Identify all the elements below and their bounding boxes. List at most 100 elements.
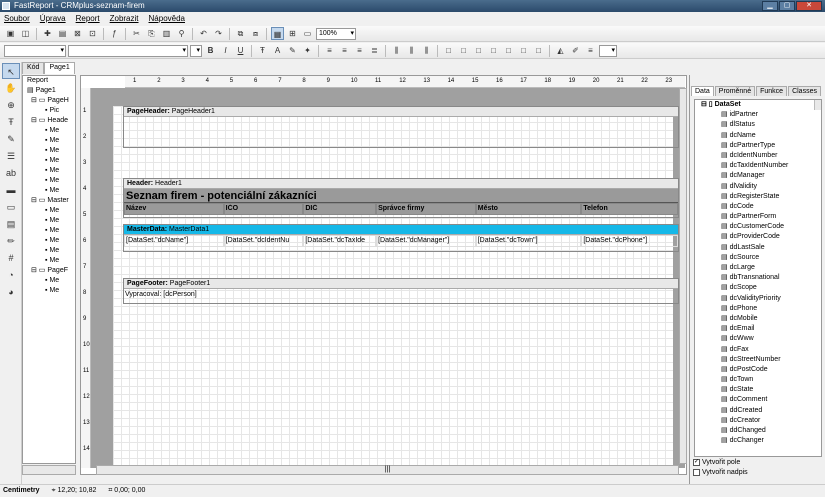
- tree-item[interactable]: ▪ Me: [23, 216, 75, 226]
- snap-icon[interactable]: ⊞: [286, 27, 299, 40]
- data-field[interactable]: [DataSet."dcManager"]: [376, 235, 476, 247]
- save-icon[interactable]: ▣: [4, 27, 17, 40]
- tree-item[interactable]: ▪ Me: [23, 276, 75, 286]
- grid-icon[interactable]: ▦: [271, 27, 284, 40]
- italic-icon[interactable]: I: [219, 44, 232, 57]
- tree-item[interactable]: ▪ Me: [23, 186, 75, 196]
- column-header[interactable]: IČO: [223, 203, 304, 215]
- column-header[interactable]: Město: [475, 203, 582, 215]
- font-settings-icon[interactable]: Ŧ: [256, 44, 269, 57]
- highlight-icon[interactable]: ✎: [286, 44, 299, 57]
- barcode-icon[interactable]: #: [2, 250, 20, 266]
- dataset-scrollbar[interactable]: [814, 100, 821, 111]
- tab-classes[interactable]: Classes: [788, 86, 821, 96]
- dataset-field[interactable]: ▤ dcProviderCode: [695, 232, 821, 242]
- dataset-field[interactable]: ▤ dcScope: [695, 283, 821, 293]
- workspace-horizontal-scrollbar[interactable]: |||: [96, 465, 679, 475]
- align-middle-icon[interactable]: ⫼: [405, 44, 418, 57]
- copy-icon[interactable]: ⎘: [145, 27, 158, 40]
- tab-page1[interactable]: Page1: [44, 62, 75, 74]
- bold-icon[interactable]: B: [204, 44, 217, 57]
- dataset-field[interactable]: ▤ dcManager: [695, 171, 821, 181]
- tree-root[interactable]: Report: [23, 76, 75, 86]
- format-copy-icon[interactable]: ✎: [2, 131, 20, 147]
- dataset-field[interactable]: ▤ dcCustomerCode: [695, 222, 821, 232]
- dataset-field[interactable]: ▤ ddCreated: [695, 406, 821, 416]
- dataset-field[interactable]: ▤ dlValidity: [695, 182, 821, 192]
- dataset-field[interactable]: ▤ dbTransnational: [695, 273, 821, 283]
- column-header[interactable]: Název: [124, 203, 224, 215]
- dataset-field[interactable]: ▤ dcFax: [695, 345, 821, 355]
- font-color-icon[interactable]: A: [271, 44, 284, 57]
- delete-page-icon[interactable]: ⊠: [71, 27, 84, 40]
- menu-uprava[interactable]: Úprava: [40, 12, 66, 26]
- open-icon[interactable]: ▤: [56, 27, 69, 40]
- shadow-icon[interactable]: □: [532, 44, 545, 57]
- tree-item[interactable]: ⊟ ▭ Heade: [23, 116, 75, 126]
- picture-object-icon[interactable]: ▬: [2, 182, 20, 198]
- report-heading[interactable]: Seznam firem - potenciální zákazníci: [124, 189, 678, 203]
- hand-tool-icon[interactable]: ✋: [2, 80, 20, 96]
- page-footer-band[interactable]: PageFooter: PageFooter1 Vypracoval: [dcP…: [123, 278, 679, 304]
- dataset-field[interactable]: ▤ dcLarge: [695, 263, 821, 273]
- paste-icon[interactable]: ▥: [160, 27, 173, 40]
- fit-icon[interactable]: ▭: [301, 27, 314, 40]
- tree-item[interactable]: ▪ Me: [23, 176, 75, 186]
- dataset-field[interactable]: ▤ idPartner: [695, 110, 821, 120]
- footer-text[interactable]: Vypracoval: [dcPerson]: [124, 289, 678, 301]
- data-field[interactable]: [DataSet."dcName"]: [124, 235, 224, 247]
- create-title-checkbox[interactable]: Vytvořit nadpis: [693, 469, 748, 476]
- tree-item[interactable]: ▪ Pic: [23, 106, 75, 116]
- header-band[interactable]: Header: Header1 Seznam firem - potenciál…: [123, 178, 679, 218]
- dataset-field[interactable]: ▤ dlStatus: [695, 120, 821, 130]
- column-header[interactable]: DIČ: [303, 203, 377, 215]
- tree-item[interactable]: ▪ Me: [23, 126, 75, 136]
- format-painter-icon[interactable]: ⚲: [175, 27, 188, 40]
- tree-item[interactable]: ▪ Me: [23, 166, 75, 176]
- dataset-field[interactable]: ▤ ddLastSale: [695, 243, 821, 253]
- font-name-select[interactable]: [68, 44, 188, 57]
- tree-item[interactable]: ▪ Me: [23, 226, 75, 236]
- dataset-field[interactable]: ▤ dcTown: [695, 375, 821, 385]
- dataset-field[interactable]: ▤ dcCode: [695, 202, 821, 212]
- tree-item[interactable]: ▪ Me: [23, 246, 75, 256]
- zoom-tool-icon[interactable]: ⊕: [2, 97, 20, 113]
- ungroup-icon[interactable]: ⧈: [249, 27, 262, 40]
- tree-item[interactable]: ▪ Me: [23, 286, 75, 296]
- tab-code[interactable]: Kód: [22, 62, 45, 74]
- tree-item[interactable]: ⊟ ▭ PageF: [23, 266, 75, 276]
- dataset-field[interactable]: ▤ dcRegisterState: [695, 192, 821, 202]
- dataset-field[interactable]: ▤ dcEmail: [695, 324, 821, 334]
- dataset-field[interactable]: ▤ dcMobile: [695, 314, 821, 324]
- dataset-field[interactable]: ▤ dcIdentNumber: [695, 151, 821, 161]
- function-icon[interactable]: ƒ: [108, 27, 121, 40]
- text-tool-icon[interactable]: Ŧ: [2, 114, 20, 130]
- data-field[interactable]: [DataSet."dcTaxIde: [303, 235, 377, 247]
- tree-item[interactable]: ▪ Me: [23, 146, 75, 156]
- frame-all-icon[interactable]: □: [502, 44, 515, 57]
- table-icon[interactable]: ▤: [2, 216, 20, 232]
- frame-left-icon[interactable]: □: [472, 44, 485, 57]
- data-field[interactable]: [DataSet."dcPhone"]: [581, 235, 678, 247]
- tree-item[interactable]: ▪ Me: [23, 236, 75, 246]
- tree-item[interactable]: ▪ Me: [23, 256, 75, 266]
- menu-napoveda[interactable]: Nápověda: [149, 12, 185, 26]
- align-bottom-icon[interactable]: ⫼: [420, 44, 433, 57]
- dataset-field[interactable]: ▤ dcState: [695, 385, 821, 395]
- data-field[interactable]: [DataSet."dcTown"]: [475, 235, 582, 247]
- close-button[interactable]: ✕: [796, 1, 822, 11]
- fill-color-icon[interactable]: ◭: [554, 44, 567, 57]
- tab-data[interactable]: Data: [691, 86, 714, 96]
- dataset-field[interactable]: ▤ dcComment: [695, 395, 821, 405]
- dataset-field[interactable]: ▤ dcCreator: [695, 416, 821, 426]
- subreport-icon[interactable]: ▭: [2, 199, 20, 215]
- preview-icon[interactable]: ◫: [19, 27, 32, 40]
- menu-soubor[interactable]: Soubor: [4, 12, 30, 26]
- dataset-field[interactable]: ▤ ddChanged: [695, 426, 821, 436]
- dataset-field[interactable]: ▤ dcName: [695, 131, 821, 141]
- tree-item[interactable]: ▪ Me: [23, 206, 75, 216]
- dataset-field[interactable]: ▤ dcPhone: [695, 304, 821, 314]
- frame-right-icon[interactable]: □: [487, 44, 500, 57]
- new-icon[interactable]: ✚: [41, 27, 54, 40]
- workspace-vertical-scrollbar[interactable]: [679, 88, 687, 464]
